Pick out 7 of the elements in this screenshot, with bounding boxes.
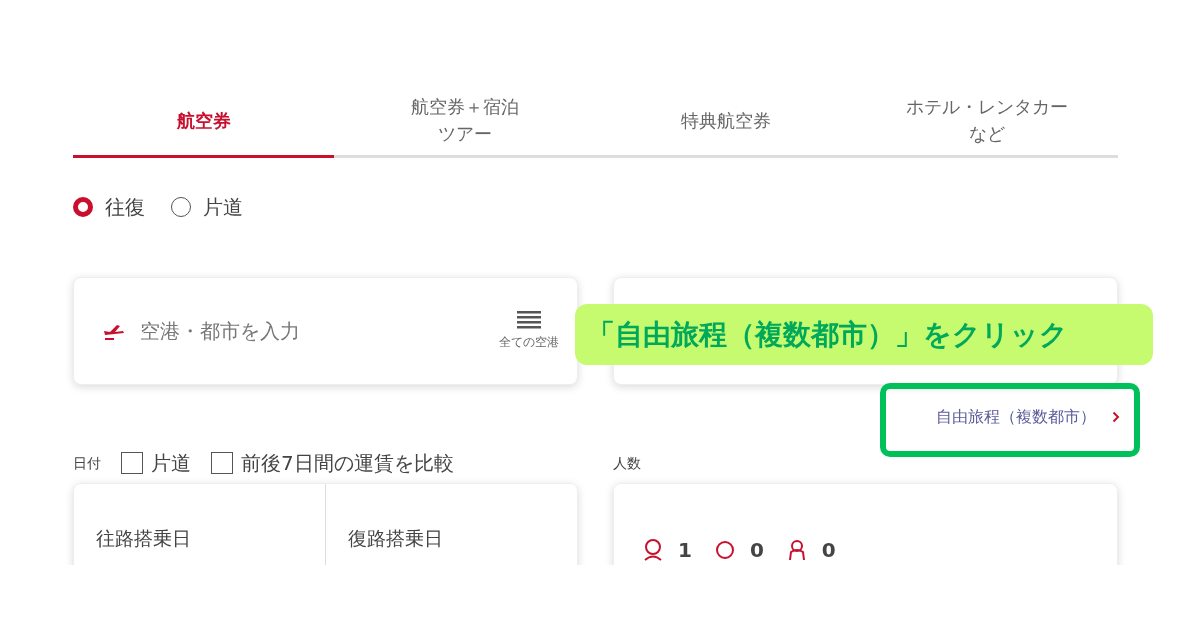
passenger-count: 0 — [749, 537, 764, 564]
passenger-count: 0 — [821, 537, 836, 564]
callout-tooltip: 「自由旅程（複数都市）」をクリック — [575, 304, 1153, 365]
passenger-count: 1 — [678, 537, 692, 564]
date-label: 日付 — [73, 453, 101, 473]
passengers-label: 人数 — [613, 453, 641, 473]
placeholder-text: 空港・都市を入力 — [140, 318, 301, 345]
